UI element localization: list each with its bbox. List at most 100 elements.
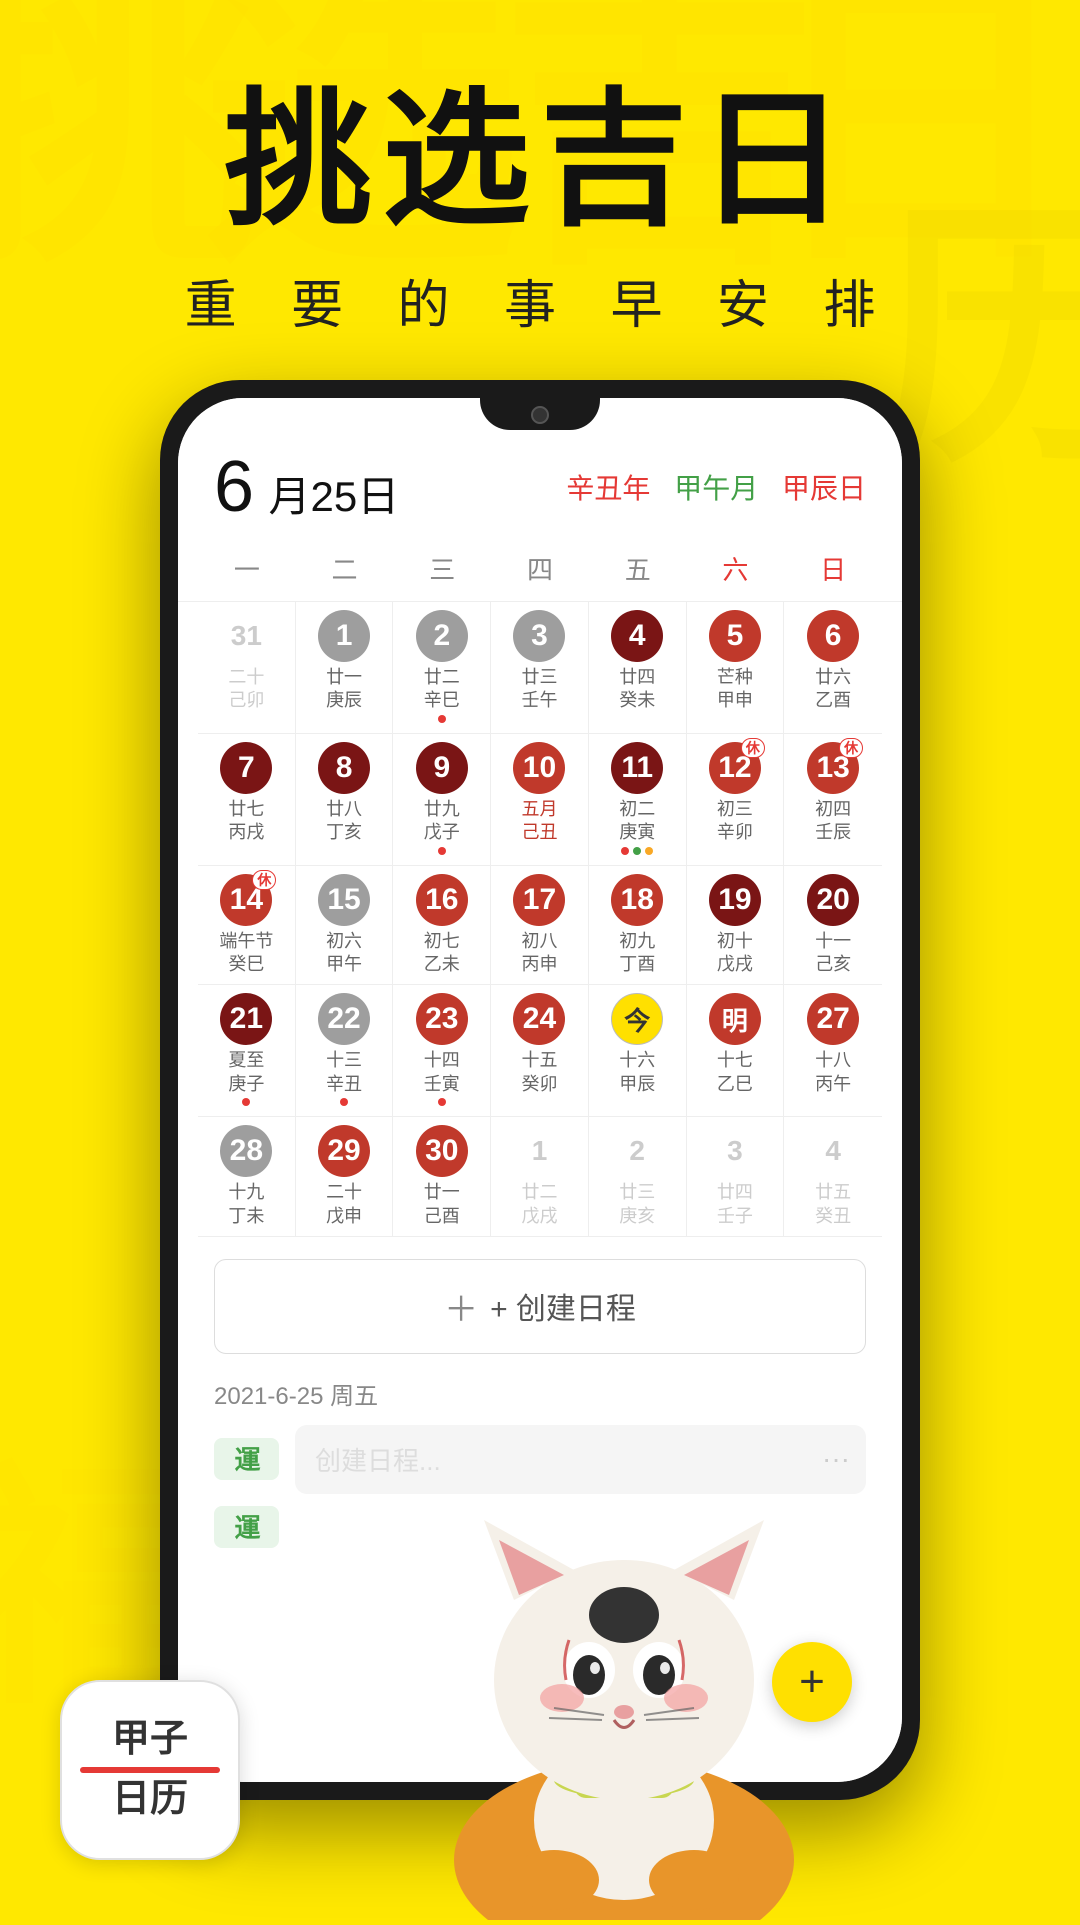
event-dot-single	[340, 1098, 348, 1108]
lunar-text: 廿二 戊戌	[521, 1181, 557, 1228]
calendar-cell-28[interactable]: 28十九 丁未	[198, 1117, 296, 1237]
holiday-badge: 休	[839, 738, 863, 758]
day-number: 19	[709, 874, 761, 926]
day-number: 4	[807, 1125, 859, 1177]
event-dot-single	[438, 715, 446, 725]
day-header-thu: 四	[491, 542, 589, 595]
date-suffix: 月25日	[269, 473, 400, 520]
app-icon: 甲子 日历	[60, 1680, 240, 1860]
lunar-text: 五月 己丑	[521, 798, 557, 845]
day-number: 2	[416, 610, 468, 662]
day-number: 28	[220, 1125, 272, 1177]
calendar-cell-21[interactable]: 21夏至 庚子	[198, 985, 296, 1117]
calendar-cell-2[interactable]: 2 廿二 辛巳	[393, 602, 491, 734]
calendar-cell-4[interactable]: 4廿四 癸未	[589, 602, 687, 734]
calendar-grid[interactable]: 31二十 己卯1廿一 庚辰2廿二 辛巳3廿三 壬午4廿四 癸未5芒种 甲申6廿六…	[178, 601, 902, 1237]
calendar-cell-17[interactable]: 17初八 丙申	[491, 866, 589, 986]
calendar-cell-12[interactable]: 12休初三 辛卯	[687, 734, 785, 866]
day-number: 10	[513, 742, 565, 794]
lunar-text: 端午节 癸巳	[219, 930, 273, 977]
calendar-cell-5[interactable]: 5芒种 甲申	[687, 602, 785, 734]
day-number: 24	[513, 993, 565, 1045]
day-number: 7	[220, 742, 272, 794]
date-month-num: 6	[214, 447, 254, 527]
cat-illustration	[414, 1440, 834, 1920]
calendar-cell-11[interactable]: 11初二 庚寅	[589, 734, 687, 866]
calendar-cell-30[interactable]: 30 廿一 己酉	[393, 1117, 491, 1237]
lunar-text: 夏至 庚子	[228, 1049, 264, 1096]
day-number: 30	[416, 1125, 468, 1177]
calendar-cell-20[interactable]: 20十一 己亥	[784, 866, 882, 986]
calendar-cell-27[interactable]: 27十八 丙午	[784, 985, 882, 1117]
calendar-cell-9[interactable]: 9廿九 戊子	[393, 734, 491, 866]
calendar-cell-3[interactable]: 3廿三 壬午	[491, 602, 589, 734]
create-btn-label: + 创建日程	[490, 1284, 636, 1328]
day-header-mon: 一	[198, 542, 296, 595]
phone-notch	[480, 398, 600, 430]
calendar-cell-7[interactable]: 7廿七 丙戌	[198, 734, 296, 866]
lunar-day: 甲辰日	[782, 473, 866, 504]
day-header-tue: 二	[296, 542, 394, 595]
schedule-tag-2: 運	[214, 1506, 279, 1548]
holiday-badge: 休	[252, 870, 276, 890]
calendar-cell-29[interactable]: 29二十 戊申	[296, 1117, 394, 1237]
lunar-text: 初十 戊戌	[717, 930, 753, 977]
calendar-cell-25[interactable]: 今十六 甲辰	[589, 985, 687, 1117]
calendar-cell-16[interactable]: 16初七 乙未	[393, 866, 491, 986]
calendar-cell-15[interactable]: 15初六 甲午	[296, 866, 394, 986]
day-number: 今	[611, 993, 663, 1045]
calendar-cell-18[interactable]: 18 初九 丁酉	[589, 866, 687, 986]
app-icon-text-2: 日历	[112, 1779, 188, 1821]
calendar-cell-33[interactable]: 3廿四 壬子	[687, 1117, 785, 1237]
event-dot	[621, 847, 629, 855]
event-dot	[438, 847, 446, 855]
day-number: 18	[611, 874, 663, 926]
lunar-text: 初九 丁酉	[619, 930, 655, 977]
calendar-cell-6[interactable]: 6廿六 乙酉	[784, 602, 882, 734]
lunar-text: 初七 乙未	[424, 930, 460, 977]
calendar-cell-13[interactable]: 13休初四 壬辰	[784, 734, 882, 866]
day-number: 11	[611, 742, 663, 794]
calendar-cell-32[interactable]: 2廿三 庚亥	[589, 1117, 687, 1237]
day-number: 12休	[709, 742, 761, 794]
lunar-text: 廿一 己酉	[424, 1181, 460, 1228]
day-number: 3	[709, 1125, 761, 1177]
lunar-year: 辛丑年	[566, 473, 650, 504]
calendar-cell-22[interactable]: 22十三 辛丑	[296, 985, 394, 1117]
schedule-tag-1: 運	[214, 1438, 279, 1480]
day-number: 31	[220, 610, 272, 662]
calendar-cell-19[interactable]: 19 初十 戊戌	[687, 866, 785, 986]
calendar-cell-1[interactable]: 1廿一 庚辰	[296, 602, 394, 734]
day-number: 14休	[220, 874, 272, 926]
lunar-text: 二十 己卯	[228, 666, 264, 713]
day-number: 15	[318, 874, 370, 926]
day-number: 29	[318, 1125, 370, 1177]
day-number: 6	[807, 610, 859, 662]
calendar-cell-24[interactable]: 24 十五 癸卯	[491, 985, 589, 1117]
calendar-cell-8[interactable]: 8廿八 丁亥	[296, 734, 394, 866]
calendar-cell-0[interactable]: 31 二十 己卯	[198, 602, 296, 734]
calendar-cell-31[interactable]: 1 廿二 戊戌	[491, 1117, 589, 1237]
day-header-sun: 日	[784, 542, 882, 595]
calendar-cell-26[interactable]: 明十七 乙巳	[687, 985, 785, 1117]
calendar-lunar: 辛丑年 甲午月 甲辰日	[550, 467, 866, 507]
day-header-fri: 五	[589, 542, 687, 595]
event-dot	[438, 1098, 446, 1106]
day-number: 1	[513, 1125, 565, 1177]
lunar-text: 十六 甲辰	[619, 1049, 655, 1096]
day-number: 9	[416, 742, 468, 794]
calendar-cell-10[interactable]: 10 五月 己丑	[491, 734, 589, 866]
lunar-text: 初八 丙申	[521, 930, 557, 977]
calendar-date: 6 月25日	[214, 446, 399, 528]
day-number: 13休	[807, 742, 859, 794]
day-number: 5	[709, 610, 761, 662]
calendar-cell-34[interactable]: 4廿五 癸丑	[784, 1117, 882, 1237]
event-dot	[645, 847, 653, 855]
lunar-text: 初三 辛卯	[717, 798, 753, 845]
calendar-cell-14[interactable]: 14休端午节 癸巳	[198, 866, 296, 986]
day-header-sat: 六	[687, 542, 785, 595]
lunar-text: 十五 癸卯	[521, 1049, 557, 1096]
calendar-cell-23[interactable]: 23十四 壬寅	[393, 985, 491, 1117]
create-schedule-button[interactable]: ＋ + 创建日程	[214, 1259, 866, 1354]
lunar-text: 廿二 辛巳	[424, 666, 460, 713]
